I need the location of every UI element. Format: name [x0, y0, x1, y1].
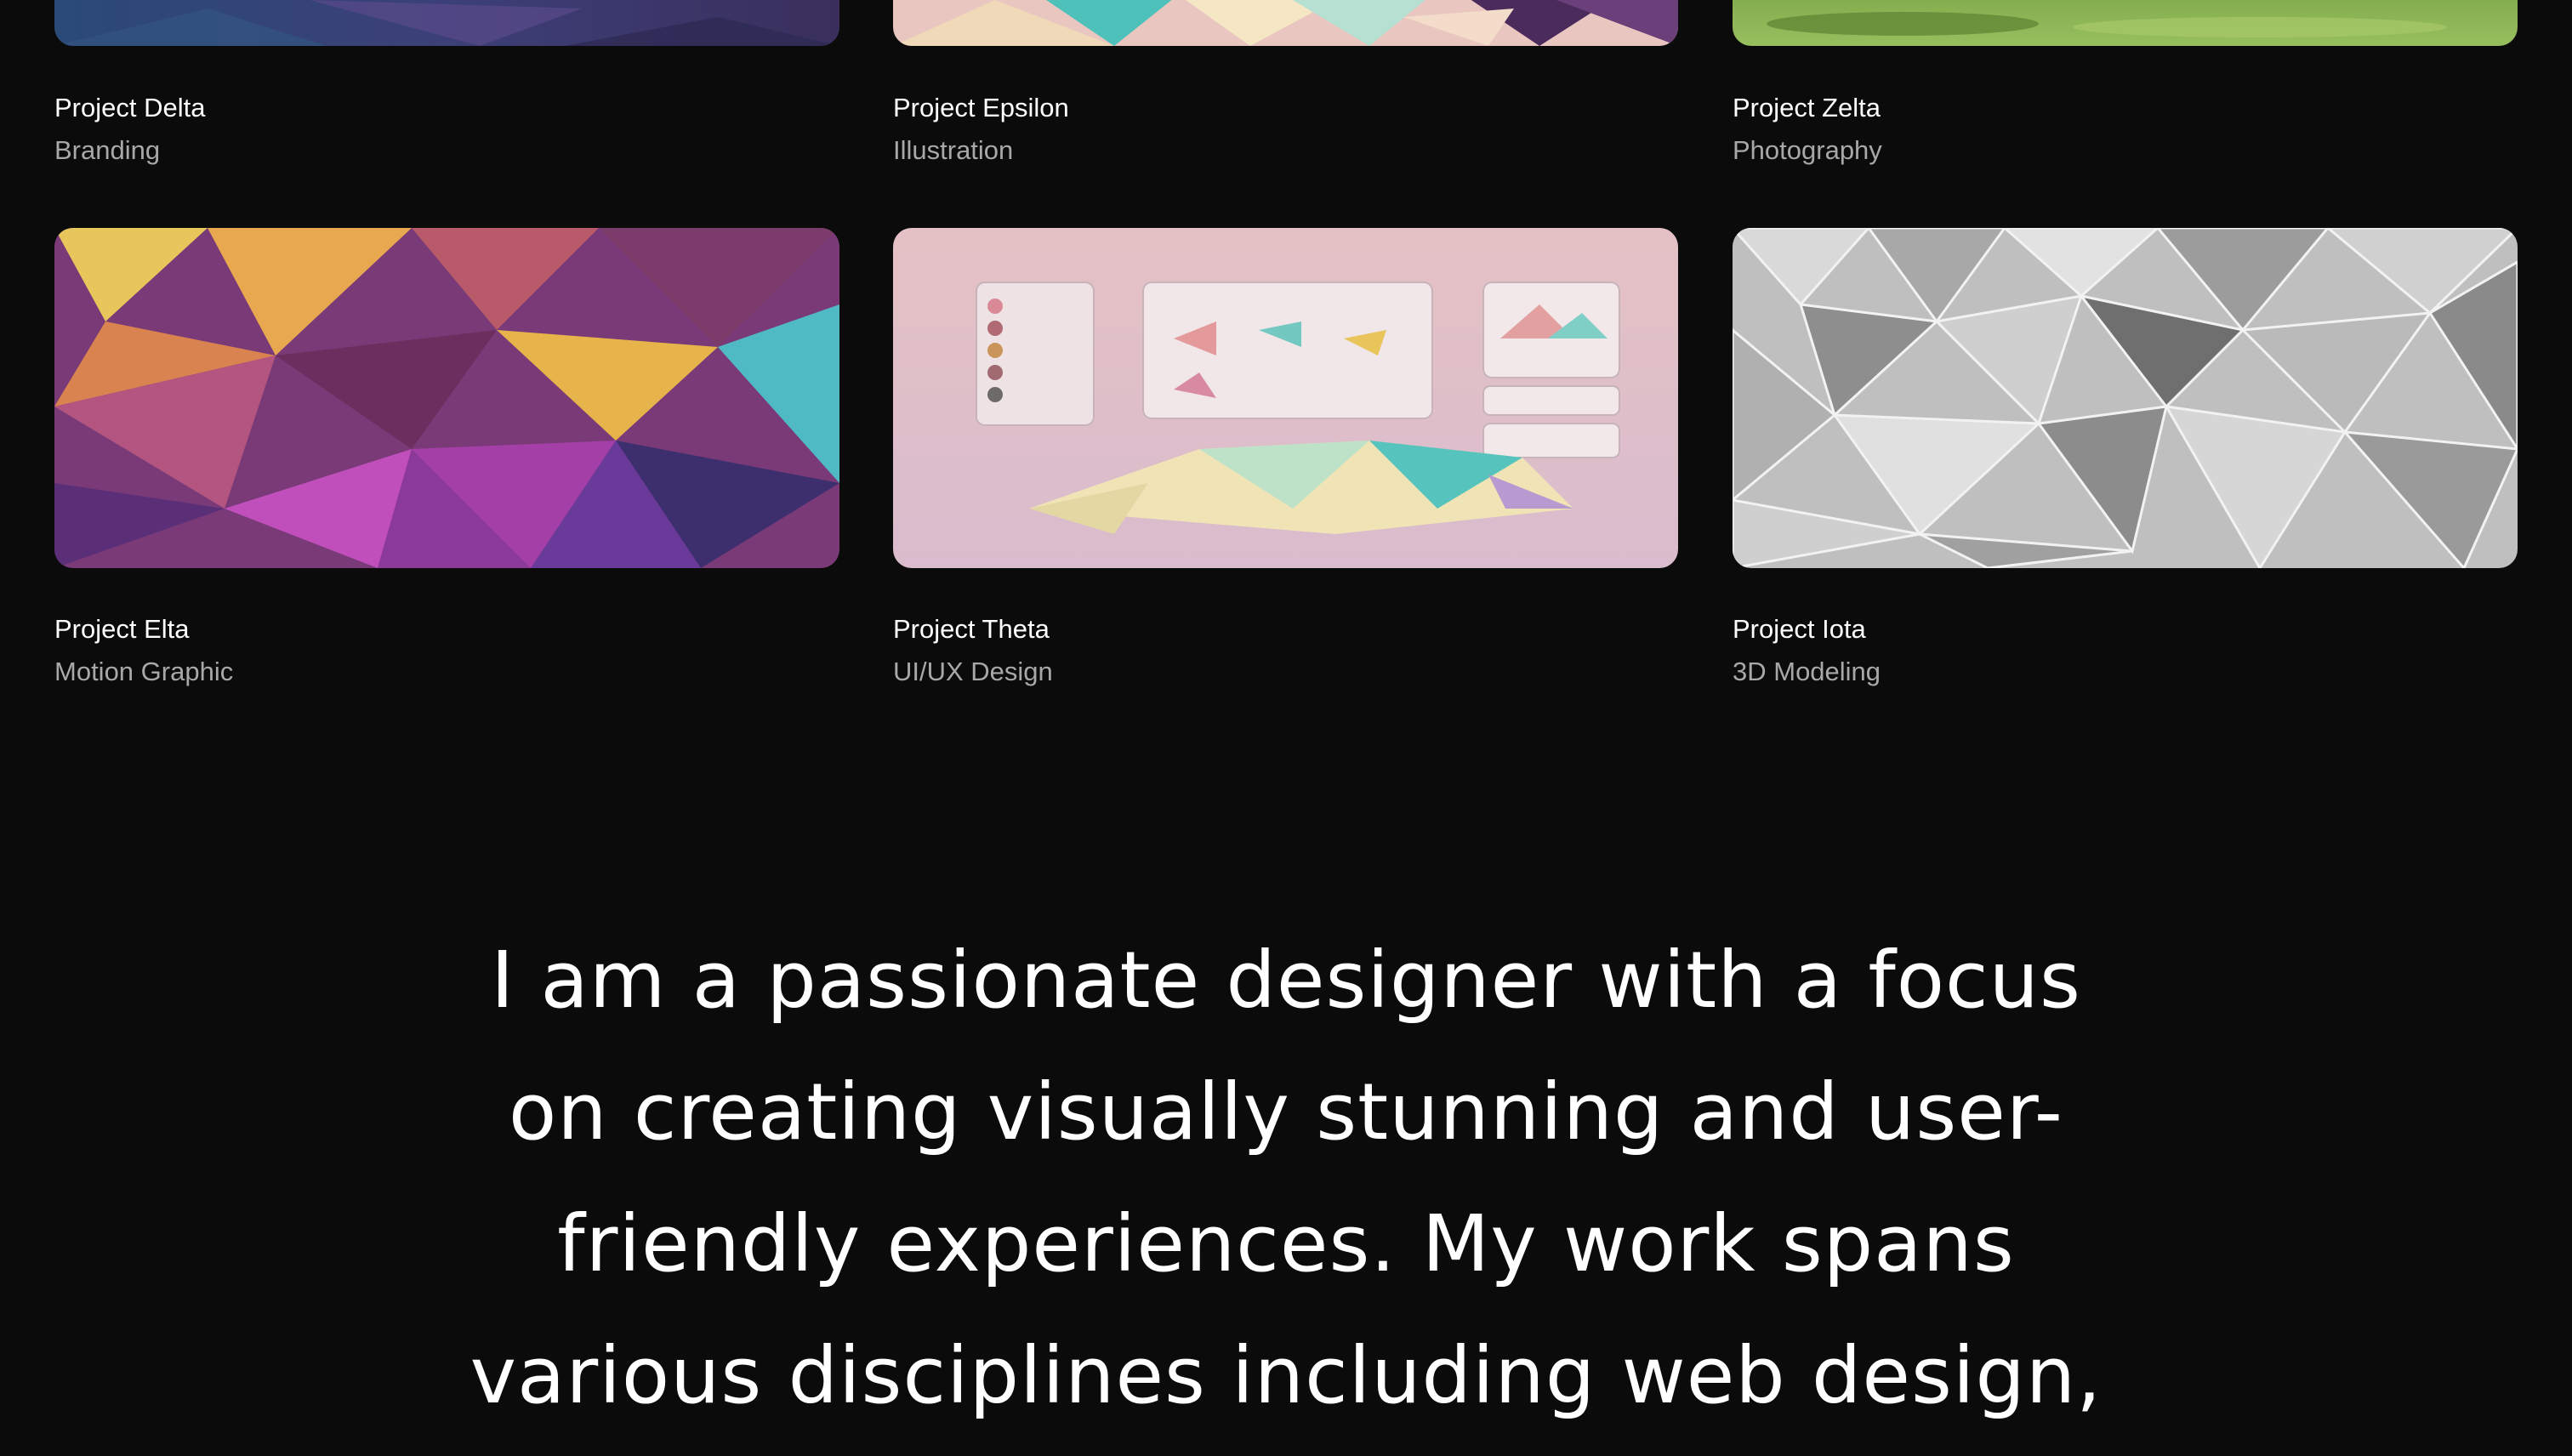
project-category: Branding [54, 135, 161, 165]
project-thumbnail[interactable] [893, 0, 1678, 46]
project-title[interactable]: Project Zelta [1733, 91, 1881, 125]
project-title[interactable]: Project Theta [893, 612, 1050, 646]
project-thumbnail[interactable] [1733, 228, 2518, 568]
project-title[interactable]: Project Epsilon [893, 91, 1069, 125]
project-title[interactable]: Project Iota [1733, 612, 1866, 646]
about-statement: I am a passionate designer with a focus … [469, 935, 2103, 1421]
project-category: Motion Graphic [54, 657, 234, 686]
project-thumbnail[interactable] [54, 0, 839, 46]
project-thumbnail[interactable] [54, 228, 839, 568]
project-thumbnail[interactable] [1733, 0, 2518, 46]
project-category: Photography [1733, 135, 1882, 165]
project-title[interactable]: Project Delta [54, 91, 205, 125]
project-category: Illustration [893, 135, 1014, 165]
project-title[interactable]: Project Elta [54, 612, 190, 646]
project-category: UI/UX Design [893, 657, 1053, 686]
project-category: 3D Modeling [1733, 657, 1881, 686]
project-thumbnail[interactable] [893, 228, 1678, 568]
